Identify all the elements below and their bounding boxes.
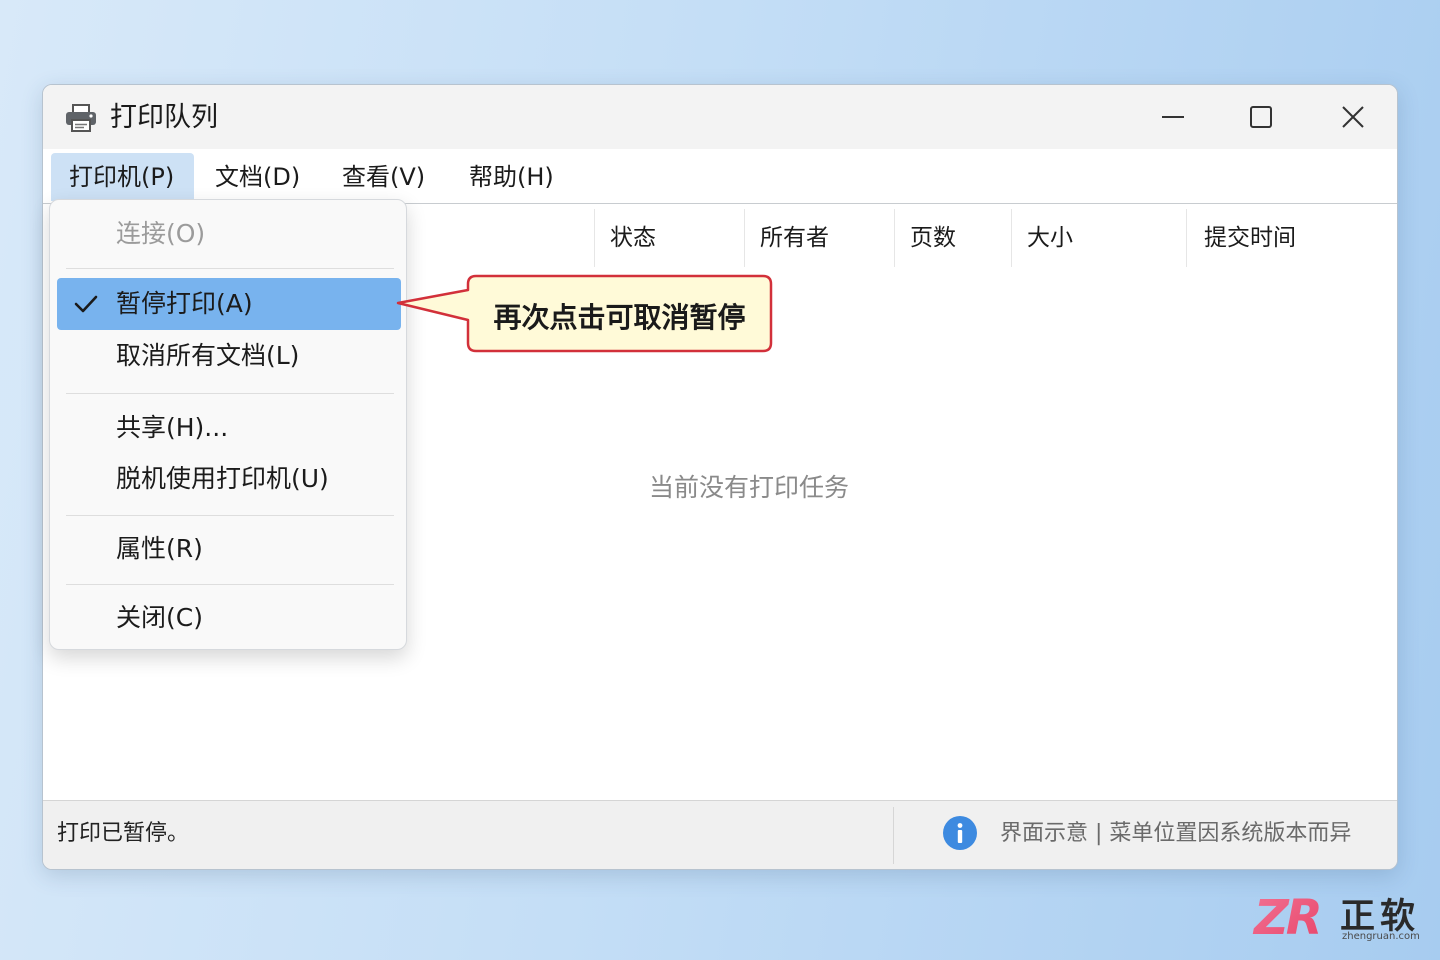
printer-menu-dropdown: 连接(O) 暂停打印(A) 取消所有文档(L) 共享(H)... 脱机使用打印机… xyxy=(49,199,407,650)
svg-text:ZR: ZR xyxy=(1252,890,1320,944)
status-divider xyxy=(893,807,894,864)
maximize-icon xyxy=(1250,106,1272,128)
menu-item-cancel-all[interactable]: 取消所有文档(L) xyxy=(57,331,401,381)
menu-item-label: 暂停打印(A) xyxy=(116,289,253,318)
menu-separator xyxy=(66,393,394,394)
column-header-pages[interactable]: 页数 xyxy=(894,209,1011,267)
minimize-button[interactable] xyxy=(1141,85,1205,149)
menu-view[interactable]: 查看(V) xyxy=(324,153,441,201)
menu-item-use-offline[interactable]: 脱机使用打印机(U) xyxy=(57,454,401,504)
menu-separator xyxy=(66,584,394,585)
checkmark-icon xyxy=(74,295,98,313)
title-bar[interactable]: 打印队列 xyxy=(43,85,1397,149)
minimize-icon xyxy=(1162,116,1184,118)
status-bar: 打印已暂停。 界面示意 | 菜单位置因系统版本而异 xyxy=(43,800,1397,869)
logo-domain: zhengruan.com xyxy=(1342,931,1420,942)
window-title: 打印队列 xyxy=(110,102,218,133)
menu-printer[interactable]: 打印机(P) xyxy=(51,153,194,201)
menu-item-properties[interactable]: 属性(R) xyxy=(57,524,401,574)
close-button[interactable] xyxy=(1321,85,1385,149)
logo-mark: ZR xyxy=(1252,890,1323,944)
status-text: 打印已暂停。 xyxy=(57,821,190,846)
menu-separator xyxy=(66,268,394,269)
menu-item-connect: 连接(O) xyxy=(116,219,206,248)
menu-item-close[interactable]: 关闭(C) xyxy=(57,593,401,643)
menu-help[interactable]: 帮助(H) xyxy=(451,153,570,201)
menu-document[interactable]: 文档(D) xyxy=(197,153,316,201)
brand-logo: ZR 正软 zhengruan.com xyxy=(1250,886,1432,952)
empty-queue-message: 当前没有打印任务 xyxy=(648,473,849,502)
status-note: 界面示意 | 菜单位置因系统版本而异 xyxy=(1000,821,1352,846)
printer-icon xyxy=(66,104,96,132)
menu-item-sharing[interactable]: 共享(H)... xyxy=(57,403,401,453)
column-header-owner[interactable]: 所有者 xyxy=(744,209,894,267)
column-header-status[interactable]: 状态 xyxy=(594,209,744,267)
menu-item-pause-printing[interactable]: 暂停打印(A) xyxy=(57,278,401,330)
menu-bar: 打印机(P) 文档(D) 查看(V) 帮助(H) xyxy=(43,149,1397,203)
column-header-size[interactable]: 大小 xyxy=(1011,209,1186,267)
menu-separator xyxy=(66,515,394,516)
info-icon xyxy=(943,816,977,850)
close-icon xyxy=(1342,106,1364,128)
maximize-button[interactable] xyxy=(1229,85,1293,149)
callout-text: 再次点击可取消暂停 xyxy=(493,300,746,334)
column-header-submitted[interactable]: 提交时间 xyxy=(1186,209,1397,267)
